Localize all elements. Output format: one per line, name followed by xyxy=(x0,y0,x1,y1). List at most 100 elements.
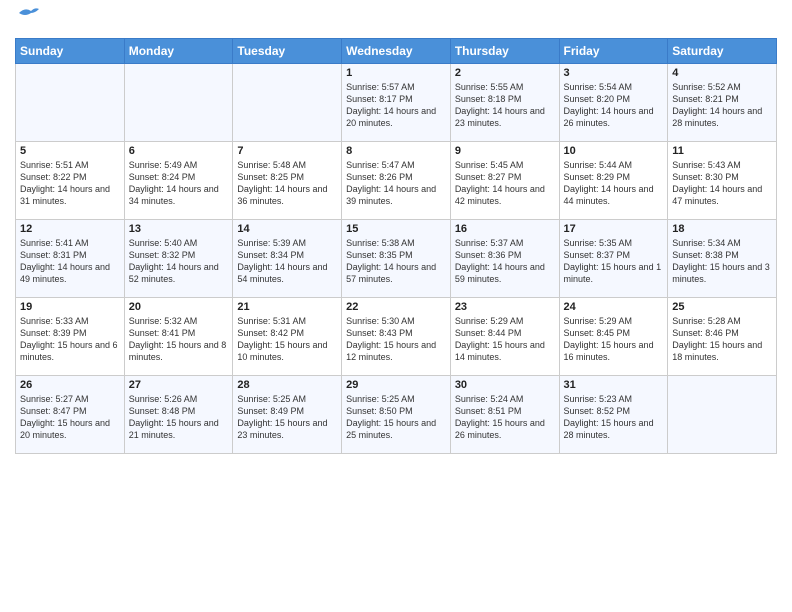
day-number: 18 xyxy=(672,223,772,235)
day-info: Sunrise: 5:43 AM Sunset: 8:30 PM Dayligh… xyxy=(672,159,772,208)
day-number: 24 xyxy=(564,301,664,313)
day-number: 31 xyxy=(564,379,664,391)
day-info: Sunrise: 5:54 AM Sunset: 8:20 PM Dayligh… xyxy=(564,81,664,130)
calendar-cell: 19 Sunrise: 5:33 AM Sunset: 8:39 PM Dayli… xyxy=(16,297,125,375)
calendar-cell: 3 Sunrise: 5:54 AM Sunset: 8:20 PM Daylig… xyxy=(559,63,668,141)
calendar-cell: 8 Sunrise: 5:47 AM Sunset: 8:26 PM Daylig… xyxy=(342,141,451,219)
day-number: 25 xyxy=(672,301,772,313)
day-info: Sunrise: 5:45 AM Sunset: 8:27 PM Dayligh… xyxy=(455,159,555,208)
day-number: 16 xyxy=(455,223,555,235)
day-info: Sunrise: 5:34 AM Sunset: 8:38 PM Dayligh… xyxy=(672,237,772,286)
day-number: 27 xyxy=(129,379,229,391)
calendar-cell xyxy=(124,63,233,141)
header-sunday: Sunday xyxy=(16,38,125,63)
day-number: 5 xyxy=(20,145,120,157)
day-number: 2 xyxy=(455,67,555,79)
day-info: Sunrise: 5:28 AM Sunset: 8:46 PM Dayligh… xyxy=(672,315,772,364)
day-info: Sunrise: 5:23 AM Sunset: 8:52 PM Dayligh… xyxy=(564,393,664,442)
day-info: Sunrise: 5:25 AM Sunset: 8:49 PM Dayligh… xyxy=(237,393,337,442)
day-info: Sunrise: 5:37 AM Sunset: 8:36 PM Dayligh… xyxy=(455,237,555,286)
day-info: Sunrise: 5:41 AM Sunset: 8:31 PM Dayligh… xyxy=(20,237,120,286)
calendar-cell: 23 Sunrise: 5:29 AM Sunset: 8:44 PM Dayli… xyxy=(450,297,559,375)
calendar-cell: 31 Sunrise: 5:23 AM Sunset: 8:52 PM Dayli… xyxy=(559,375,668,453)
calendar-cell: 5 Sunrise: 5:51 AM Sunset: 8:22 PM Daylig… xyxy=(16,141,125,219)
calendar-cell: 10 Sunrise: 5:44 AM Sunset: 8:29 PM Dayli… xyxy=(559,141,668,219)
day-number: 17 xyxy=(564,223,664,235)
day-info: Sunrise: 5:29 AM Sunset: 8:45 PM Dayligh… xyxy=(564,315,664,364)
calendar-cell xyxy=(233,63,342,141)
day-number: 19 xyxy=(20,301,120,313)
day-info: Sunrise: 5:52 AM Sunset: 8:21 PM Dayligh… xyxy=(672,81,772,130)
day-number: 9 xyxy=(455,145,555,157)
calendar-cell: 17 Sunrise: 5:35 AM Sunset: 8:37 PM Dayli… xyxy=(559,219,668,297)
calendar-cell xyxy=(668,375,777,453)
header-saturday: Saturday xyxy=(668,38,777,63)
calendar-cell: 28 Sunrise: 5:25 AM Sunset: 8:49 PM Dayli… xyxy=(233,375,342,453)
day-number: 11 xyxy=(672,145,772,157)
day-info: Sunrise: 5:33 AM Sunset: 8:39 PM Dayligh… xyxy=(20,315,120,364)
calendar-cell: 20 Sunrise: 5:32 AM Sunset: 8:41 PM Dayli… xyxy=(124,297,233,375)
page: Sunday Monday Tuesday Wednesday Thursday… xyxy=(0,0,792,612)
day-number: 7 xyxy=(237,145,337,157)
week-row-2: 5 Sunrise: 5:51 AM Sunset: 8:22 PM Daylig… xyxy=(16,141,777,219)
day-info: Sunrise: 5:29 AM Sunset: 8:44 PM Dayligh… xyxy=(455,315,555,364)
day-number: 6 xyxy=(129,145,229,157)
calendar-cell: 24 Sunrise: 5:29 AM Sunset: 8:45 PM Dayli… xyxy=(559,297,668,375)
day-info: Sunrise: 5:25 AM Sunset: 8:50 PM Dayligh… xyxy=(346,393,446,442)
calendar-cell: 16 Sunrise: 5:37 AM Sunset: 8:36 PM Dayli… xyxy=(450,219,559,297)
calendar-table: Sunday Monday Tuesday Wednesday Thursday… xyxy=(15,38,777,454)
calendar-cell: 14 Sunrise: 5:39 AM Sunset: 8:34 PM Dayli… xyxy=(233,219,342,297)
day-number: 22 xyxy=(346,301,446,313)
calendar-cell: 18 Sunrise: 5:34 AM Sunset: 8:38 PM Dayli… xyxy=(668,219,777,297)
calendar-cell: 26 Sunrise: 5:27 AM Sunset: 8:47 PM Dayli… xyxy=(16,375,125,453)
day-number: 3 xyxy=(564,67,664,79)
day-number: 4 xyxy=(672,67,772,79)
day-info: Sunrise: 5:47 AM Sunset: 8:26 PM Dayligh… xyxy=(346,159,446,208)
calendar-cell: 27Sunrise: 5:26 AM Sunset: 8:48 PM Dayli… xyxy=(124,375,233,453)
day-info: Sunrise: 5:35 AM Sunset: 8:37 PM Dayligh… xyxy=(564,237,664,286)
day-number: 28 xyxy=(237,379,337,391)
day-number: 30 xyxy=(455,379,555,391)
calendar-cell: 22Sunrise: 5:30 AM Sunset: 8:43 PM Dayli… xyxy=(342,297,451,375)
header-wednesday: Wednesday xyxy=(342,38,451,63)
calendar-cell: 6Sunrise: 5:49 AM Sunset: 8:24 PM Daylig… xyxy=(124,141,233,219)
day-number: 1 xyxy=(346,67,446,79)
calendar-cell: 21Sunrise: 5:31 AM Sunset: 8:42 PM Dayli… xyxy=(233,297,342,375)
calendar-cell: 4 Sunrise: 5:52 AM Sunset: 8:21 PM Daylig… xyxy=(668,63,777,141)
week-row-4: 19 Sunrise: 5:33 AM Sunset: 8:39 PM Dayli… xyxy=(16,297,777,375)
day-number: 13 xyxy=(129,223,229,235)
day-info: Sunrise: 5:31 AM Sunset: 8:42 PM Dayligh… xyxy=(237,315,337,364)
day-info: Sunrise: 5:40 AM Sunset: 8:32 PM Dayligh… xyxy=(129,237,229,286)
weekday-header-row: Sunday Monday Tuesday Wednesday Thursday… xyxy=(16,38,777,63)
day-info: Sunrise: 5:57 AM Sunset: 8:17 PM Dayligh… xyxy=(346,81,446,130)
header-monday: Monday xyxy=(124,38,233,63)
day-info: Sunrise: 5:32 AM Sunset: 8:41 PM Dayligh… xyxy=(129,315,229,364)
header-thursday: Thursday xyxy=(450,38,559,63)
day-info: Sunrise: 5:48 AM Sunset: 8:25 PM Dayligh… xyxy=(237,159,337,208)
day-number: 15 xyxy=(346,223,446,235)
day-info: Sunrise: 5:24 AM Sunset: 8:51 PM Dayligh… xyxy=(455,393,555,442)
day-number: 23 xyxy=(455,301,555,313)
week-row-3: 12Sunrise: 5:41 AM Sunset: 8:31 PM Dayli… xyxy=(16,219,777,297)
day-info: Sunrise: 5:38 AM Sunset: 8:35 PM Dayligh… xyxy=(346,237,446,286)
header-tuesday: Tuesday xyxy=(233,38,342,63)
week-row-5: 26 Sunrise: 5:27 AM Sunset: 8:47 PM Dayli… xyxy=(16,375,777,453)
day-info: Sunrise: 5:51 AM Sunset: 8:22 PM Dayligh… xyxy=(20,159,120,208)
day-number: 8 xyxy=(346,145,446,157)
week-row-1: 1 Sunrise: 5:57 AM Sunset: 8:17 PM Daylig… xyxy=(16,63,777,141)
calendar-cell: 25 Sunrise: 5:28 AM Sunset: 8:46 PM Dayli… xyxy=(668,297,777,375)
calendar-cell: 13 Sunrise: 5:40 AM Sunset: 8:32 PM Dayli… xyxy=(124,219,233,297)
calendar-cell: 7 Sunrise: 5:48 AM Sunset: 8:25 PM Daylig… xyxy=(233,141,342,219)
day-info: Sunrise: 5:44 AM Sunset: 8:29 PM Dayligh… xyxy=(564,159,664,208)
day-number: 14 xyxy=(237,223,337,235)
day-number: 10 xyxy=(564,145,664,157)
calendar-cell: 30 Sunrise: 5:24 AM Sunset: 8:51 PM Dayli… xyxy=(450,375,559,453)
day-number: 26 xyxy=(20,379,120,391)
logo-bird-icon xyxy=(17,5,39,23)
day-info: Sunrise: 5:55 AM Sunset: 8:18 PM Dayligh… xyxy=(455,81,555,130)
day-number: 20 xyxy=(129,301,229,313)
calendar-cell: 2 Sunrise: 5:55 AM Sunset: 8:18 PM Daylig… xyxy=(450,63,559,141)
day-info: Sunrise: 5:27 AM Sunset: 8:47 PM Dayligh… xyxy=(20,393,120,442)
day-info: Sunrise: 5:39 AM Sunset: 8:34 PM Dayligh… xyxy=(237,237,337,286)
calendar-cell xyxy=(16,63,125,141)
